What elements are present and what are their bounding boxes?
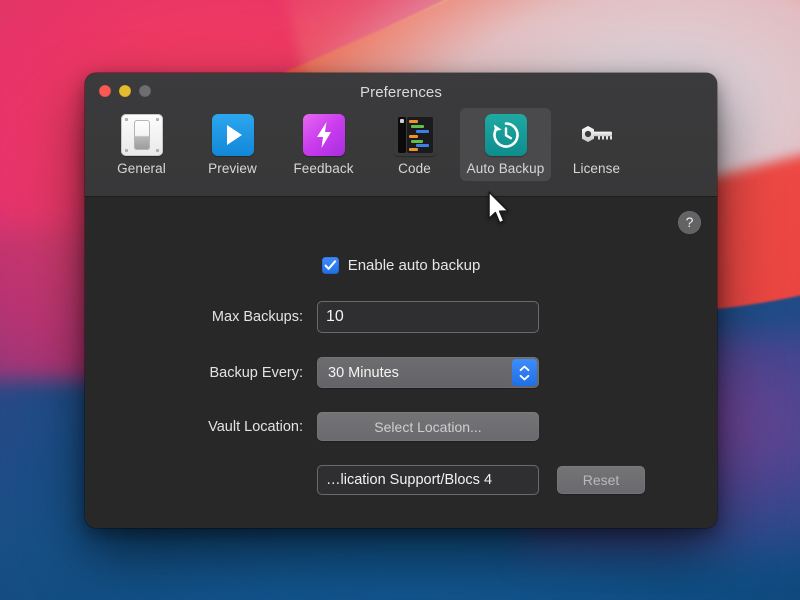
- vault-path-row: …lication Support/Blocs 4 Reset: [317, 465, 645, 495]
- max-backups-row: Max Backups:: [85, 301, 717, 333]
- vault-location-label: Vault Location:: [85, 419, 317, 435]
- enable-auto-backup-label: Enable auto backup: [348, 257, 481, 274]
- backup-every-stepper[interactable]: [512, 359, 537, 386]
- tab-preview-label: Preview: [208, 161, 257, 176]
- tab-auto-backup[interactable]: Auto Backup: [460, 108, 551, 181]
- vault-location-row: Vault Location: Select Location...: [85, 412, 717, 441]
- backup-every-value: 30 Minutes: [317, 365, 399, 381]
- tab-feedback[interactable]: Feedback: [278, 108, 369, 181]
- tab-license-label: License: [573, 161, 620, 176]
- backup-every-row: Backup Every: 30 Minutes: [85, 357, 717, 388]
- enable-auto-backup-row: Enable auto backup: [85, 257, 717, 274]
- desktop-wallpaper: Preferences General Preview: [0, 0, 800, 600]
- tab-feedback-label: Feedback: [293, 161, 353, 176]
- play-icon: [212, 114, 254, 156]
- tab-preview[interactable]: Preview: [187, 108, 278, 181]
- clock-rewind-icon: [485, 114, 527, 156]
- max-backups-label: Max Backups:: [85, 309, 317, 325]
- tab-code[interactable]: Code: [369, 108, 460, 181]
- preferences-content: ? Enable auto backup Max Backups: Backup…: [85, 197, 717, 528]
- tab-license[interactable]: License: [551, 108, 642, 181]
- tab-general[interactable]: General: [96, 108, 187, 181]
- window-title: Preferences: [85, 84, 717, 101]
- backup-every-label: Backup Every:: [85, 365, 317, 381]
- tab-code-label: Code: [398, 161, 431, 176]
- toggle-switch-icon: [121, 114, 163, 156]
- help-button[interactable]: ?: [678, 211, 701, 234]
- tab-auto-backup-label: Auto Backup: [467, 161, 545, 176]
- key-icon: [576, 114, 618, 156]
- lightning-bolt-icon: [303, 114, 345, 156]
- select-location-button[interactable]: Select Location...: [317, 412, 539, 441]
- backup-every-select[interactable]: 30 Minutes: [317, 357, 539, 388]
- enable-auto-backup-checkbox[interactable]: [322, 257, 339, 274]
- code-editor-icon: [394, 114, 436, 156]
- tab-general-label: General: [117, 161, 166, 176]
- max-backups-input[interactable]: [317, 301, 539, 333]
- window-toolbar: Preferences General Preview: [85, 73, 717, 197]
- chevron-down-icon: [519, 374, 530, 381]
- chevron-up-icon: [519, 365, 530, 372]
- vault-path-field[interactable]: …lication Support/Blocs 4: [317, 465, 539, 495]
- toolbar-tabs: General Preview Feedback: [96, 108, 642, 181]
- reset-button[interactable]: Reset: [557, 466, 645, 494]
- preferences-window: Preferences General Preview: [85, 73, 717, 528]
